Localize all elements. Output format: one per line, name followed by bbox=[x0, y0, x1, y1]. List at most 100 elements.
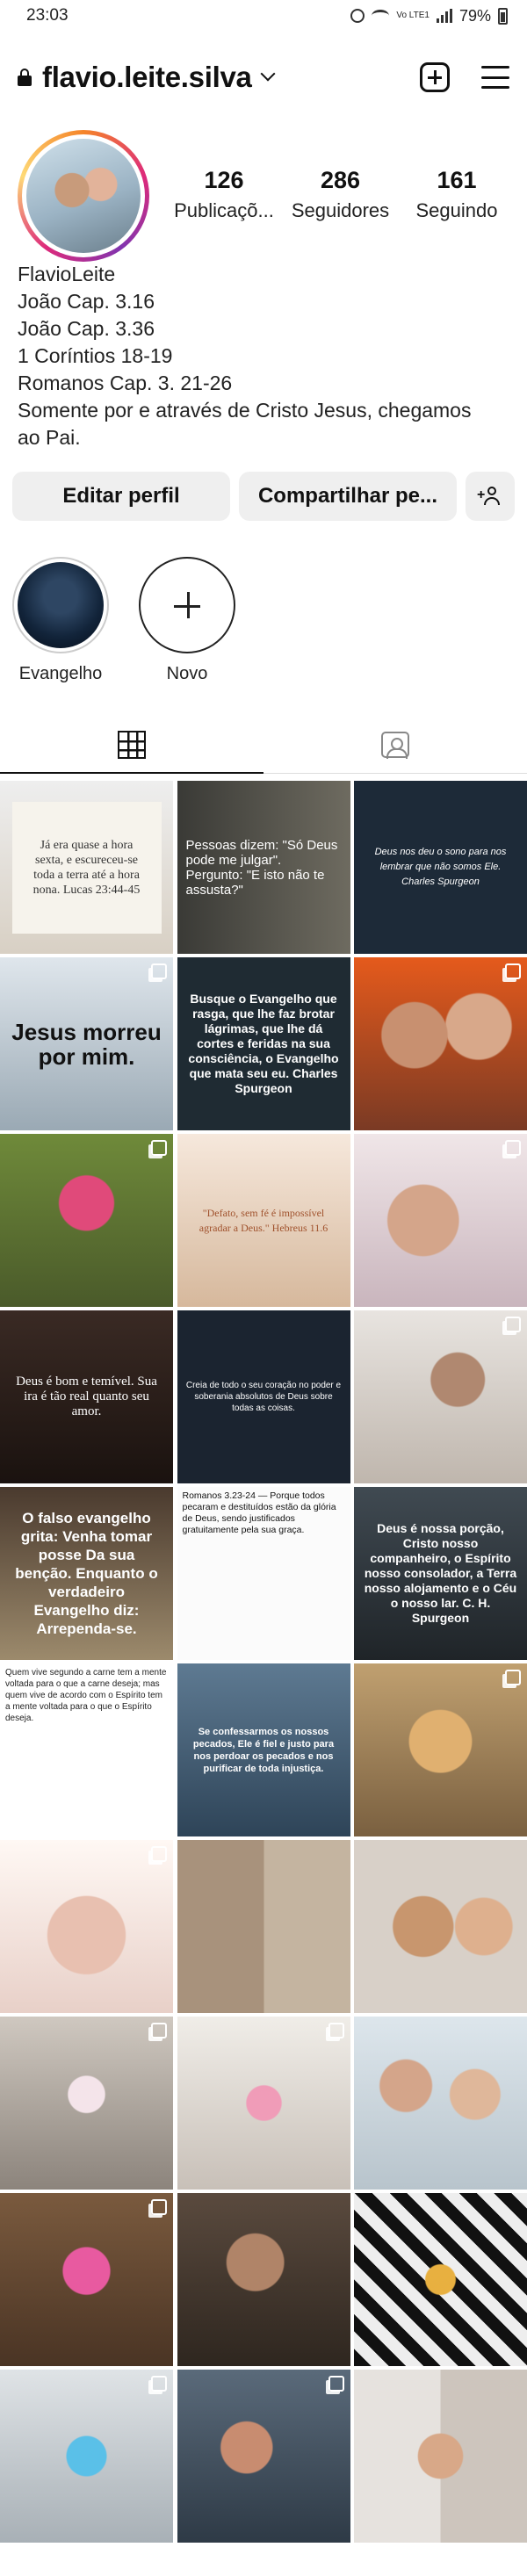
bio-line: ao Pai. bbox=[18, 426, 81, 449]
tagged-icon bbox=[381, 731, 409, 759]
posts-grid: Já era quase a hora sexta, e escureceu-s… bbox=[0, 781, 527, 2543]
post-thumbnail[interactable]: Creia de todo o seu coração no poder e s… bbox=[177, 1310, 350, 1483]
post-thumbnail[interactable]: Busque o Evangelho que rasga, que lhe fa… bbox=[177, 957, 350, 1130]
post-thumbnail[interactable] bbox=[0, 2193, 173, 2366]
multi-photo-icon bbox=[151, 1140, 167, 1156]
post-caption: Deus é nossa porção, Cristo nosso compan… bbox=[364, 1521, 517, 1625]
avatar[interactable] bbox=[18, 130, 149, 262]
multi-photo-icon bbox=[151, 963, 167, 979]
post-thumbnail[interactable]: Já era quase a hora sexta, e escureceu-s… bbox=[0, 781, 173, 954]
post-thumbnail[interactable]: Deus nos deu o sono para nos lembrar que… bbox=[354, 781, 527, 954]
post-caption: "Defato, sem fé é impossível agradar a D… bbox=[199, 1206, 328, 1234]
wifi-icon bbox=[372, 10, 390, 22]
multi-photo-icon bbox=[505, 963, 521, 979]
battery-percent: 79% bbox=[458, 6, 491, 25]
post-thumbnail[interactable] bbox=[177, 2017, 350, 2190]
post-thumbnail[interactable] bbox=[0, 2370, 173, 2543]
post-thumbnail[interactable] bbox=[354, 1134, 527, 1307]
tab-posts-grid[interactable] bbox=[0, 716, 264, 774]
stat-label: Seguidores bbox=[291, 199, 390, 221]
post-caption: Romanos 3.23-24 — Porque todos pecaram e… bbox=[182, 1490, 336, 1535]
post-thumbnail[interactable] bbox=[354, 2370, 527, 2543]
post-thumbnail[interactable] bbox=[0, 2017, 173, 2190]
multi-photo-icon bbox=[505, 1670, 521, 1685]
add-user-icon: + bbox=[477, 487, 502, 506]
post-thumbnail[interactable] bbox=[177, 1840, 350, 2013]
discover-people-button[interactable]: + bbox=[466, 472, 515, 521]
post-thumbnail[interactable]: Jesus morreu por mim. bbox=[0, 957, 173, 1130]
profile-bio: FlavioLeite João Cap. 3.16 João Cap. 3.3… bbox=[18, 261, 509, 451]
stat-value: 126 bbox=[204, 167, 244, 193]
profile-actions: Editar perfil Compartilhar pe... + bbox=[12, 472, 515, 521]
bio-line: João Cap. 3.36 bbox=[18, 317, 155, 340]
multi-photo-icon bbox=[151, 2199, 167, 2215]
post-caption: Creia de todo o seu coração no poder e s… bbox=[185, 1381, 342, 1413]
multi-photo-icon bbox=[505, 1317, 521, 1332]
multi-photo-icon bbox=[328, 2023, 344, 2038]
profile-tabs bbox=[0, 716, 527, 774]
battery-icon bbox=[498, 7, 508, 25]
post-thumbnail[interactable] bbox=[354, 1310, 527, 1483]
post-caption: Busque o Evangelho que rasga, que lhe fa… bbox=[188, 992, 339, 1095]
post-thumbnail[interactable] bbox=[0, 1840, 173, 2013]
new-post-icon[interactable] bbox=[420, 62, 450, 92]
post-thumbnail[interactable]: "Defato, sem fé é impossível agradar a D… bbox=[177, 1134, 350, 1307]
highlight-label: Novo bbox=[166, 664, 208, 683]
highlight-new[interactable]: Novo bbox=[139, 557, 235, 684]
plus-icon bbox=[139, 557, 235, 653]
post-thumbnail[interactable]: Quem vive segundo a carne tem a mente vo… bbox=[0, 1663, 173, 1836]
stat-posts[interactable]: 126 Publicaçõ... bbox=[167, 167, 281, 222]
status-time: 23:03 bbox=[26, 6, 69, 25]
post-thumbnail[interactable] bbox=[177, 2193, 350, 2366]
profile-stats: 126 Publicaçõ... 286 Seguidores 161 Segu… bbox=[167, 167, 514, 222]
lock-icon bbox=[18, 69, 32, 86]
menu-icon[interactable] bbox=[481, 66, 509, 89]
highlight-label: Evangelho bbox=[18, 664, 103, 683]
post-thumbnail[interactable] bbox=[177, 2370, 350, 2543]
edit-profile-button[interactable]: Editar perfil bbox=[12, 472, 230, 521]
profile-name: FlavioLeite bbox=[18, 263, 116, 285]
share-profile-button[interactable]: Compartilhar pe... bbox=[239, 472, 457, 521]
post-caption: Quem vive segundo a carne tem a mente vo… bbox=[5, 1668, 167, 1723]
post-thumbnail[interactable]: Deus é bom e temível. Sua ira é tão real… bbox=[0, 1310, 173, 1483]
post-caption: Pessoas dizem: "Só Deus pode me julgar".… bbox=[185, 837, 338, 898]
username-switcher[interactable]: flavio.leite.silva bbox=[42, 61, 252, 94]
status-icons: Vo LTE1 79% bbox=[350, 7, 508, 25]
highlight-evangelho[interactable]: Evangelho bbox=[12, 557, 109, 684]
network-label: Vo LTE1 bbox=[396, 11, 430, 20]
alarm-icon bbox=[350, 9, 365, 23]
stat-value: 161 bbox=[437, 167, 477, 193]
post-caption: Jesus morreu por mim. bbox=[11, 1018, 162, 1070]
post-thumbnail[interactable] bbox=[354, 957, 527, 1130]
multi-photo-icon bbox=[151, 1846, 167, 1862]
post-thumbnail[interactable] bbox=[354, 1663, 527, 1836]
post-caption: Deus é bom e temível. Sua ira é tão real… bbox=[16, 1375, 157, 1418]
chevron-down-icon[interactable] bbox=[260, 66, 276, 82]
post-thumbnail[interactable] bbox=[354, 1840, 527, 2013]
post-thumbnail[interactable]: Romanos 3.23-24 — Porque todos pecaram e… bbox=[177, 1487, 350, 1660]
avatar-image bbox=[26, 139, 141, 253]
post-thumbnail[interactable]: O falso evangelho grita: Venha tomar pos… bbox=[0, 1487, 173, 1660]
post-caption: Deus nos deu o sono para nos lembrar que… bbox=[374, 847, 507, 887]
post-thumbnail[interactable]: Pessoas dizem: "Só Deus pode me julgar".… bbox=[177, 781, 350, 954]
tab-tagged[interactable] bbox=[264, 716, 527, 773]
bio-line: João Cap. 3.16 bbox=[18, 290, 155, 313]
post-thumbnail[interactable] bbox=[0, 1134, 173, 1307]
multi-photo-icon bbox=[151, 2023, 167, 2038]
stat-followers[interactable]: 286 Seguidores bbox=[284, 167, 398, 222]
bio-line: 1 Coríntios 18-19 bbox=[18, 344, 173, 367]
post-thumbnail[interactable]: Deus é nossa porção, Cristo nosso compan… bbox=[354, 1487, 527, 1660]
multi-photo-icon bbox=[505, 1140, 521, 1156]
multi-photo-icon bbox=[151, 2376, 167, 2392]
post-caption: Já era quase a hora sexta, e escureceu-s… bbox=[32, 838, 141, 897]
stat-following[interactable]: 161 Seguindo bbox=[400, 167, 514, 222]
post-caption: Se confessarmos os nossos pecados, Ele é… bbox=[192, 1726, 335, 1774]
status-bar: 23:03 Vo LTE1 79% bbox=[0, 0, 527, 32]
post-thumbnail[interactable]: Se confessarmos os nossos pecados, Ele é… bbox=[177, 1663, 350, 1836]
profile-header: flavio.leite.silva bbox=[0, 51, 527, 104]
stat-label: Publicaçõ... bbox=[174, 199, 274, 221]
post-thumbnail[interactable] bbox=[354, 2017, 527, 2190]
highlight-cover bbox=[18, 562, 104, 648]
post-thumbnail[interactable] bbox=[354, 2193, 527, 2366]
signal-icon bbox=[436, 9, 452, 23]
